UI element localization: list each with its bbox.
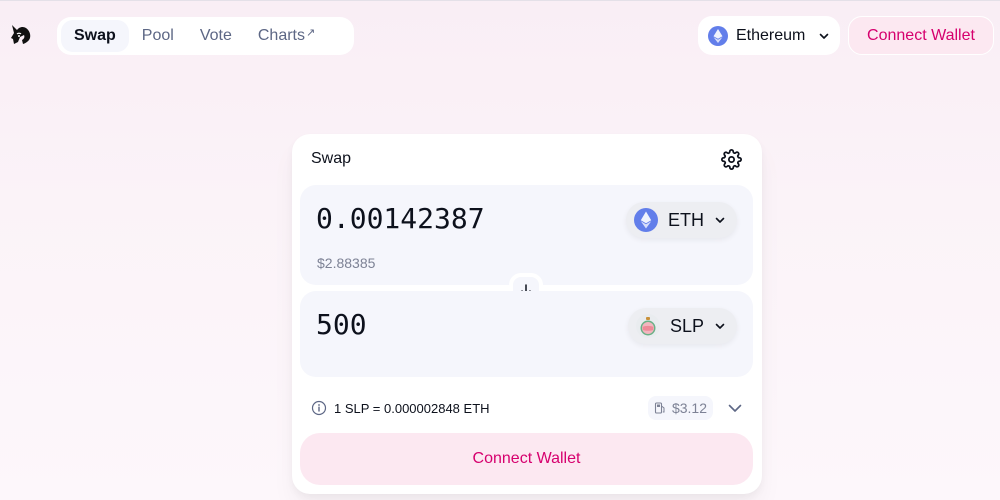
network-label: Ethereum: [736, 26, 806, 44]
connect-wallet-button[interactable]: Connect Wallet: [300, 433, 753, 485]
nav-tab-label: Swap: [74, 27, 116, 44]
slp-potion-icon: [636, 314, 660, 338]
nav-tab-pool[interactable]: Pool: [129, 20, 187, 52]
exchange-rate-row[interactable]: 1 SLP = 0.000002848 ETH $3.12: [311, 396, 743, 420]
nav-tab-label: Pool: [141, 27, 174, 44]
top-border: [0, 0, 1000, 1]
exchange-rate-text: 1 SLP = 0.000002848 ETH: [334, 400, 490, 416]
input-token-panel: $2.88385 ETH: [300, 185, 753, 285]
output-token-panel: SLP: [300, 291, 753, 377]
input-token-symbol: ETH: [668, 209, 704, 230]
nav-tab-charts[interactable]: Charts ↗: [245, 20, 328, 52]
ethereum-icon: [708, 25, 728, 46]
connect-wallet-header-button[interactable]: Connect Wallet: [848, 16, 994, 55]
info-icon: [311, 400, 327, 416]
settings-gear-icon[interactable]: [721, 149, 742, 170]
input-token-selector[interactable]: ETH: [626, 202, 737, 238]
gas-pump-icon: [654, 402, 665, 414]
nav-tab-label: Charts: [257, 27, 305, 44]
network-selector[interactable]: Ethereum: [698, 16, 840, 55]
output-token-selector[interactable]: SLP: [628, 308, 737, 344]
input-amount-field[interactable]: [316, 202, 606, 235]
swap-card-title: Swap: [311, 150, 352, 167]
chevron-down-icon: [715, 217, 725, 223]
input-usd-value: $2.88385: [317, 255, 376, 271]
nav-tab-vote[interactable]: Vote: [187, 20, 245, 52]
nav-tab-label: Vote: [199, 27, 232, 44]
uniswap-logo-icon[interactable]: [8, 22, 34, 48]
gas-fee-value: $3.12: [671, 400, 707, 416]
external-link-icon: ↗: [305, 26, 316, 39]
gas-fee-badge: $3.12: [647, 396, 713, 420]
output-amount-field[interactable]: [316, 308, 606, 341]
chevron-down-icon: [819, 33, 829, 39]
swap-card: Swap $2.88385 ETH: [292, 134, 762, 494]
ethereum-icon: [634, 208, 658, 232]
chevron-down-icon: [715, 323, 725, 329]
chevron-down-icon[interactable]: [727, 400, 743, 416]
nav-tab-swap[interactable]: Swap: [61, 20, 129, 52]
main-nav: Swap Pool Vote Charts ↗: [57, 17, 354, 55]
output-token-symbol: SLP: [670, 315, 705, 336]
